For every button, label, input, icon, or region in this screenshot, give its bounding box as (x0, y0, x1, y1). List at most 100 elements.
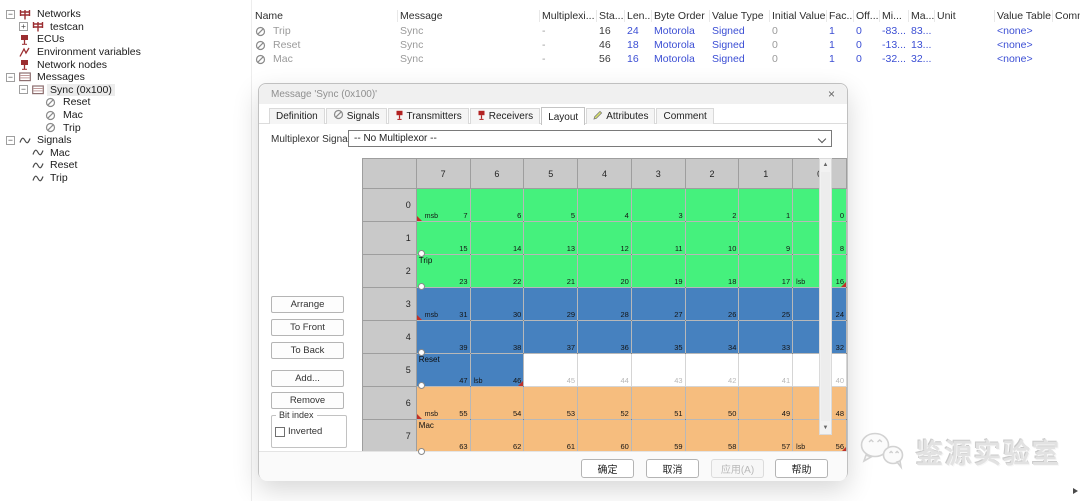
bit-cell-12[interactable]: 12 (578, 222, 632, 255)
bit-cell-10[interactable]: 10 (685, 222, 739, 255)
bit-cell-7[interactable]: msb7 (416, 189, 470, 222)
tree-expander-icon[interactable]: − (19, 85, 28, 94)
bit-cell-23[interactable]: Trip23 (416, 255, 470, 288)
bit-cell-50[interactable]: 50 (685, 387, 739, 420)
bit-cell-57[interactable]: 57 (739, 420, 793, 453)
dialog-title-bar[interactable]: Message 'Sync (0x100)' × (259, 84, 847, 104)
bit-cell-53[interactable]: 53 (524, 387, 578, 420)
resize-handle[interactable] (418, 382, 425, 389)
bit-cell-15[interactable]: 15 (416, 222, 470, 255)
bit-cell-51[interactable]: 51 (631, 387, 685, 420)
close-icon[interactable]: × (828, 88, 835, 100)
column-header-factor[interactable]: Fac... (827, 10, 854, 22)
bit-cell-3[interactable]: 3 (631, 189, 685, 222)
add-button[interactable]: Add... (271, 370, 344, 387)
bit-cell-46[interactable]: lsb46 (470, 354, 524, 387)
remove-button[interactable]: Remove (271, 392, 344, 409)
resize-handle[interactable] (418, 349, 425, 356)
column-header-length[interactable]: Len... (625, 10, 652, 22)
bit-cell-49[interactable]: 49 (739, 387, 793, 420)
tree-item-sync-0x100[interactable]: −Sync (0x100) (6, 84, 250, 97)
bit-cell-14[interactable]: 14 (470, 222, 524, 255)
tree-item-networks[interactable]: −Networks (6, 8, 250, 21)
bit-cell-59[interactable]: 59 (631, 420, 685, 453)
tree-item-messages[interactable]: −Messages (6, 71, 250, 84)
column-header-max[interactable]: Ma... (909, 10, 935, 22)
tree-item-mac[interactable]: Mac (6, 109, 250, 122)
bit-cell-28[interactable]: 28 (578, 288, 632, 321)
resize-handle[interactable] (418, 283, 425, 290)
bit-cell-61[interactable]: 61 (524, 420, 578, 453)
bit-cell-63[interactable]: Mac63 (416, 420, 470, 453)
bit-cell-39[interactable]: 39 (416, 321, 470, 354)
bit-cell-33[interactable]: 33 (739, 321, 793, 354)
multiplexor-select[interactable]: -- No Multiplexor -- (348, 130, 832, 147)
grid-scrollbar[interactable]: ▲ ▼ (819, 158, 832, 435)
tree-expander-icon[interactable]: + (19, 22, 28, 31)
tab-receivers[interactable]: Receivers (470, 108, 540, 124)
tab-definition[interactable]: Definition (269, 108, 325, 124)
column-header-message[interactable]: Message (398, 10, 540, 22)
to-back-button[interactable]: To Back (271, 342, 344, 359)
bit-cell-13[interactable]: 13 (524, 222, 578, 255)
bit-cell-6[interactable]: 6 (470, 189, 524, 222)
bit-cell-1[interactable]: 1 (739, 189, 793, 222)
column-header-offset[interactable]: Off... (854, 10, 880, 22)
tree-expander-icon[interactable]: − (6, 136, 15, 145)
bit-cell-30[interactable]: 30 (470, 288, 524, 321)
tree-item-signals[interactable]: −Signals (6, 134, 250, 147)
bit-cell-20[interactable]: 20 (578, 255, 632, 288)
tab-signals[interactable]: Signals (326, 108, 387, 124)
inverted-checkbox[interactable] (275, 427, 285, 437)
bit-cell-25[interactable]: 25 (739, 288, 793, 321)
scrollbar-thumb[interactable] (821, 172, 830, 421)
tree-item-environment-variables[interactable]: Environment variables (6, 46, 250, 59)
column-header-name[interactable]: Name (253, 10, 398, 22)
bit-cell-55[interactable]: msb55 (416, 387, 470, 420)
column-header-value_type[interactable]: Value Type (710, 10, 770, 22)
tree-item-reset[interactable]: Reset (6, 159, 250, 172)
help-button[interactable]: 帮助 (775, 459, 828, 478)
tree-item-trip[interactable]: Trip (6, 121, 250, 134)
bit-cell-34[interactable]: 34 (685, 321, 739, 354)
bit-cell-22[interactable]: 22 (470, 255, 524, 288)
bit-cell-52[interactable]: 52 (578, 387, 632, 420)
bit-cell-26[interactable]: 26 (685, 288, 739, 321)
table-row[interactable]: MacSync-5616MotorolaSigned010-32...32...… (253, 52, 1080, 66)
bit-cell-2[interactable]: 2 (685, 189, 739, 222)
column-header-initial_value[interactable]: Initial Value (770, 10, 827, 22)
column-header-byte_order[interactable]: Byte Order (652, 10, 710, 22)
resize-handle[interactable] (418, 448, 425, 455)
tree-expander-icon[interactable]: − (6, 10, 15, 19)
bit-cell-4[interactable]: 4 (578, 189, 632, 222)
column-header-startbit[interactable]: Sta... (597, 10, 625, 22)
bit-cell-45[interactable]: 45 (524, 354, 578, 387)
column-header-value_table[interactable]: Value Table (995, 10, 1053, 22)
bit-cell-36[interactable]: 36 (578, 321, 632, 354)
bit-cell-27[interactable]: 27 (631, 288, 685, 321)
tree-expander-icon[interactable]: − (6, 73, 15, 82)
bit-cell-37[interactable]: 37 (524, 321, 578, 354)
bit-cell-38[interactable]: 38 (470, 321, 524, 354)
column-header-unit[interactable]: Unit (935, 10, 995, 22)
bit-cell-21[interactable]: 21 (524, 255, 578, 288)
bit-cell-11[interactable]: 11 (631, 222, 685, 255)
bit-cell-5[interactable]: 5 (524, 189, 578, 222)
tree-item-mac[interactable]: Mac (6, 147, 250, 160)
ok-button[interactable]: 确定 (581, 459, 634, 478)
apply-button[interactable]: 应用(A) (711, 459, 764, 478)
resize-handle[interactable] (418, 250, 425, 257)
bit-cell-19[interactable]: 19 (631, 255, 685, 288)
tree-item-testcan[interactable]: +testcan (6, 21, 250, 34)
table-row[interactable]: ResetSync-4618MotorolaSigned010-13...13.… (253, 38, 1080, 52)
bit-cell-31[interactable]: msb31 (416, 288, 470, 321)
bit-cell-41[interactable]: 41 (739, 354, 793, 387)
cancel-button[interactable]: 取消 (646, 459, 699, 478)
bit-cell-18[interactable]: 18 (685, 255, 739, 288)
column-header-min[interactable]: Mi... (880, 10, 909, 22)
tab-attributes[interactable]: Attributes (586, 108, 655, 124)
bit-cell-43[interactable]: 43 (631, 354, 685, 387)
tab-transmitters[interactable]: Transmitters (388, 108, 469, 124)
scroll-down-icon[interactable]: ▼ (820, 422, 831, 434)
bit-cell-58[interactable]: 58 (685, 420, 739, 453)
